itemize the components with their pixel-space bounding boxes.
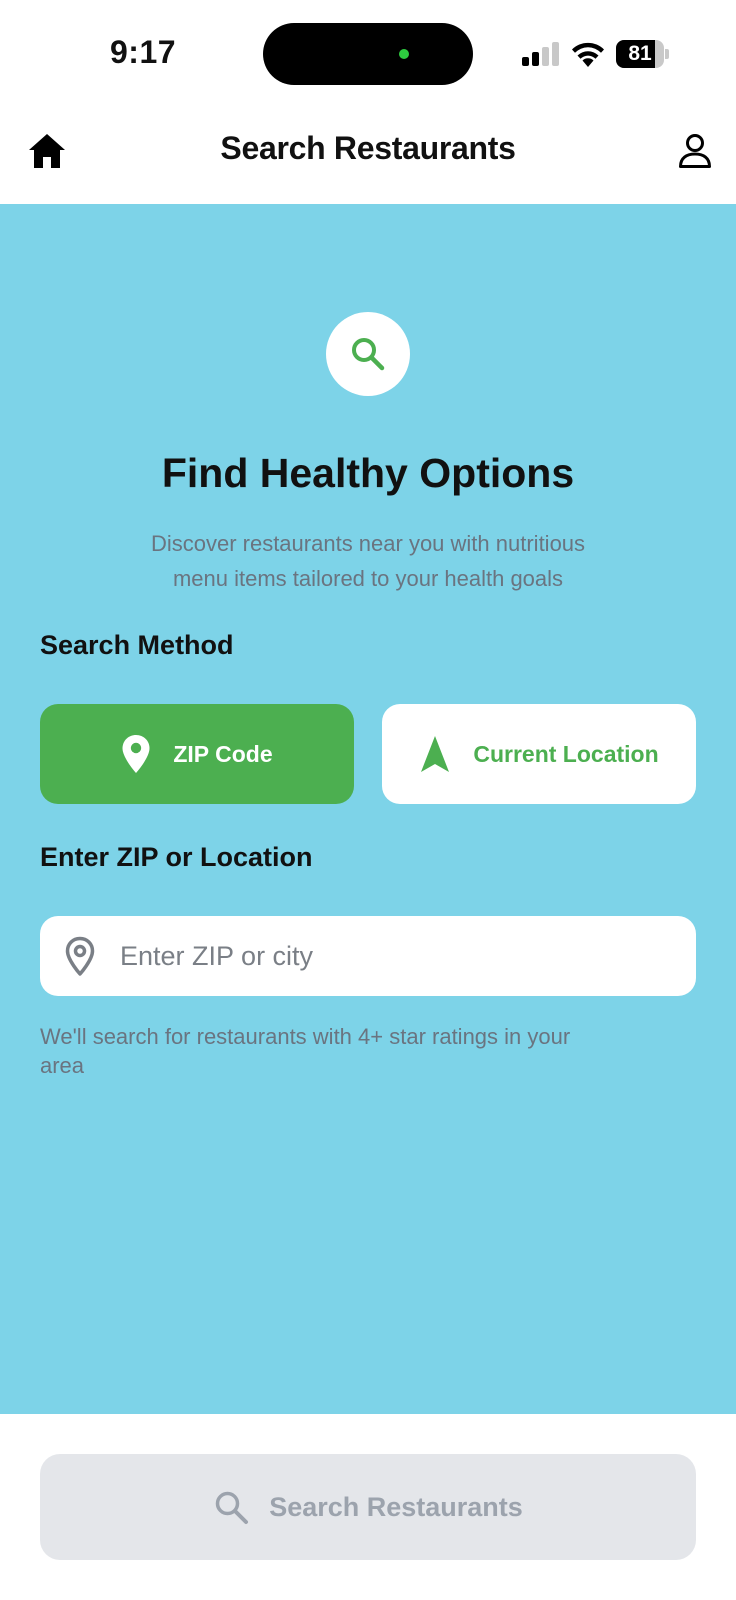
helper-text: We'll search for restaurants with 4+ sta…	[40, 1022, 680, 1080]
search-restaurants-button[interactable]: Search Restaurants	[40, 1454, 696, 1560]
screen: 9:17 81 Search Restaurants Find Healthy …	[0, 0, 736, 1600]
helper-text-line: area	[40, 1053, 85, 1078]
page-title: Search Restaurants	[220, 130, 516, 166]
zip-code-option-button[interactable]: ZIP Code	[40, 704, 354, 804]
battery-icon: 81	[616, 40, 669, 68]
map-pin-icon	[122, 735, 150, 773]
status-time: 9:17	[110, 34, 177, 70]
footer: Search Restaurants	[0, 1414, 736, 1600]
map-pin-outline-icon	[65, 936, 95, 976]
camera-indicator-dot	[399, 49, 409, 59]
current-location-option-button[interactable]: Current Location	[382, 704, 696, 804]
dynamic-island	[263, 23, 473, 85]
helper-text-line: We'll search for restaurants with 4+ sta…	[40, 1024, 571, 1049]
navigation-header: Search Restaurants	[0, 104, 736, 204]
profile-button[interactable]	[670, 126, 720, 176]
status-bar: 9:17 81	[0, 0, 736, 104]
cellular-signal-icon	[522, 42, 560, 66]
hero-subtitle-line: Discover restaurants near you with nutri…	[150, 531, 586, 556]
location-input[interactable]	[120, 916, 680, 996]
location-field[interactable]	[40, 916, 696, 996]
search-panel: Find Healthy Options Discover restaurant…	[0, 204, 736, 1414]
hero-subtitle: Discover restaurants near you with nutri…	[100, 526, 636, 596]
search-restaurants-button-label: Search Restaurants	[269, 1491, 523, 1522]
wifi-icon	[570, 40, 606, 68]
search-icon	[215, 1491, 249, 1524]
search-method-toggle: ZIP Code Current Location	[40, 704, 696, 804]
zip-code-option-label: ZIP Code	[173, 740, 273, 767]
current-location-option-label: Current Location	[473, 740, 659, 767]
person-icon	[679, 134, 711, 168]
hero-subtitle-line: menu items tailored to your health goals	[172, 566, 564, 591]
hero-title: Find Healthy Options	[161, 450, 575, 496]
location-input-label: Enter ZIP or Location	[40, 842, 313, 872]
battery-percent: 81	[628, 42, 652, 65]
search-icon	[352, 338, 385, 371]
hero-icon-badge	[326, 312, 410, 396]
search-method-label: Search Method	[40, 630, 234, 660]
navigation-arrow-icon	[421, 736, 450, 772]
